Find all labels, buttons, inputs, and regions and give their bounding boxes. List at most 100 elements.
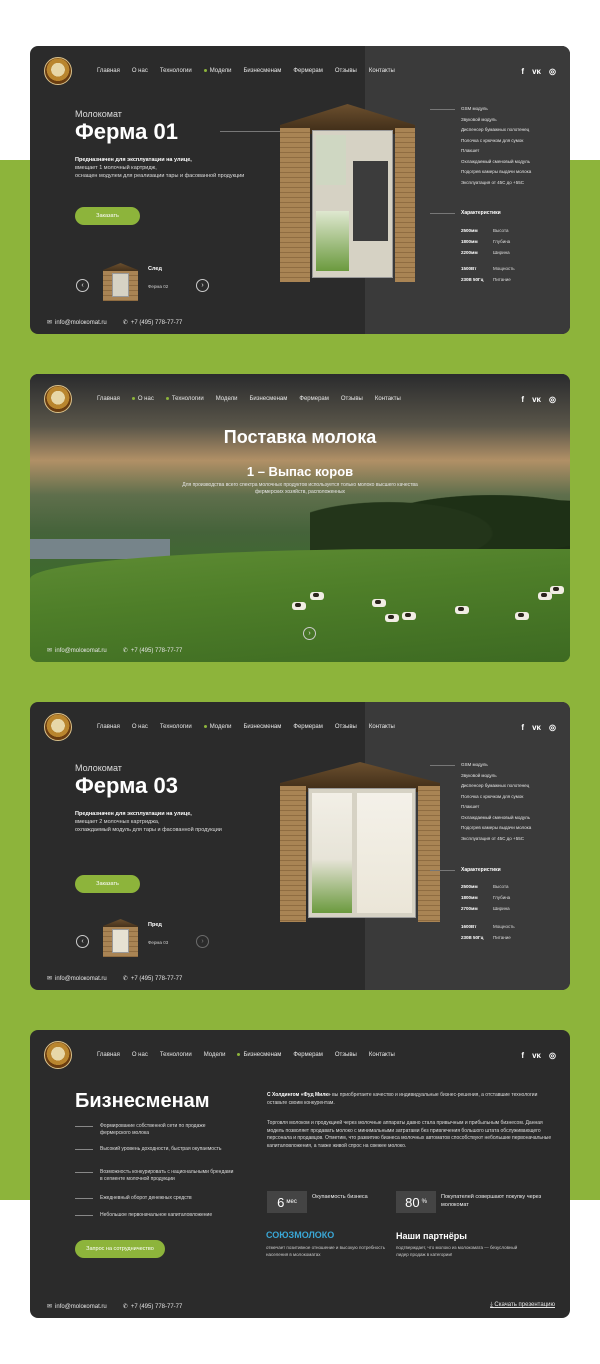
nav-contacts[interactable]: Контакты	[369, 68, 395, 74]
facebook-icon[interactable]: f	[521, 723, 524, 732]
nav-tech[interactable]: Технологии	[160, 68, 192, 74]
characteristics-heading: Характеристики	[461, 210, 501, 216]
prev-model-thumbnail[interactable]	[103, 919, 138, 957]
menu: Главная О нас Технологии Модели Бизнесме…	[97, 1052, 395, 1058]
nav-reviews[interactable]: Отзывы	[335, 68, 357, 74]
char-value: 1800мм	[461, 239, 478, 244]
machine-window	[353, 161, 388, 241]
order-button[interactable]: Заказать	[75, 207, 140, 225]
char-row: 2500мм Высота	[461, 228, 508, 233]
instagram-icon[interactable]: ◎	[549, 723, 556, 732]
nav-business[interactable]: Бизнесменам	[249, 396, 287, 402]
mail-icon: ✉	[47, 648, 53, 654]
spec-item: Подогрев камеры выдачи молока	[461, 169, 532, 174]
cow	[455, 606, 469, 614]
facebook-icon[interactable]: f	[521, 1051, 524, 1060]
phone-link[interactable]: ✆ +7 (495) 778-77-77	[123, 975, 183, 982]
nav-business[interactable]: Бизнесменам	[243, 68, 281, 74]
desc-bold: Предназначен для эксплуатации на улице,	[75, 157, 192, 163]
logo[interactable]	[44, 57, 72, 85]
download-text: Скачать презентацию	[494, 1302, 555, 1308]
email-link[interactable]: ✉ info@moloкomat.ru	[47, 647, 107, 654]
nav-models[interactable]: Модели	[204, 724, 232, 730]
phone-icon: ✆	[122, 1304, 128, 1310]
nav-farmers[interactable]: Фермерам	[293, 68, 323, 74]
prev-arrow-button[interactable]: ‹	[76, 935, 89, 948]
footer-contacts: ✉ info@moloкomat.ru ✆ +7 (495) 778-77-77	[47, 975, 182, 982]
nav-home[interactable]: Главная	[97, 724, 120, 730]
email-link[interactable]: ✉ info@moloкomat.ru	[47, 1303, 107, 1310]
email-link[interactable]: ✉ info@moloкomat.ru	[47, 975, 107, 982]
nav-reviews[interactable]: Отзывы	[335, 724, 357, 730]
char-row: 230В 50Гц Питание	[461, 935, 511, 940]
vk-icon[interactable]: ᴠᴋ	[532, 67, 541, 76]
next-step-button[interactable]: ›	[303, 627, 316, 640]
facebook-icon[interactable]: f	[521, 395, 524, 404]
nav-about[interactable]: О нас	[132, 396, 154, 402]
instagram-icon[interactable]: ◎	[549, 1051, 556, 1060]
next-arrow-button[interactable]: ›	[196, 279, 209, 292]
nav-tech[interactable]: Технологии	[160, 724, 192, 730]
order-button[interactable]: Заказать	[75, 875, 140, 893]
nav-models[interactable]: Модели	[216, 396, 238, 402]
char-value: 1500Вт	[461, 266, 477, 271]
next-arrow-button[interactable]: ›	[196, 935, 209, 948]
facebook-icon[interactable]: f	[521, 67, 524, 76]
nav-home[interactable]: Главная	[97, 396, 120, 402]
spec-item: Диспенсер бумажных полотенец	[461, 783, 530, 788]
prev-arrow-button[interactable]: ‹	[76, 279, 89, 292]
phone-icon: ✆	[122, 320, 128, 326]
card-ferma-03: Главная О нас Технологии Модели Бизнесме…	[30, 702, 570, 990]
instagram-icon[interactable]: ◎	[549, 67, 556, 76]
email-link[interactable]: ✉ info@moloкomat.ru	[47, 319, 107, 326]
char-row: 1800мм Глубина	[461, 239, 510, 244]
vk-icon[interactable]: ᴠᴋ	[532, 1051, 541, 1060]
footer-contacts: ✉ info@moloкomat.ru ✆ +7 (495) 778-77-77	[47, 1303, 182, 1310]
vk-icon[interactable]: ᴠᴋ	[532, 723, 541, 732]
nav-tech[interactable]: Технологии	[160, 1052, 192, 1058]
char-row: 230В 50Гц Питание	[461, 277, 511, 282]
nav-reviews[interactable]: Отзывы	[335, 1052, 357, 1058]
nav-tech[interactable]: Технологии	[166, 396, 204, 402]
logo[interactable]	[44, 713, 72, 741]
mail-icon: ✉	[47, 976, 53, 982]
phone-link[interactable]: ✆ +7 (495) 778-77-77	[123, 319, 183, 326]
menu: Главная О нас Технологии Модели Бизнесме…	[97, 724, 395, 730]
prev-model-name: Ферма 03	[148, 940, 169, 945]
nav-home[interactable]: Главная	[97, 1052, 120, 1058]
nav-farmers[interactable]: Фермерам	[293, 724, 323, 730]
nav-business[interactable]: Бизнесменам	[243, 724, 281, 730]
cow	[372, 599, 386, 607]
nav-about[interactable]: О нас	[132, 68, 148, 74]
kiosk-machine	[312, 130, 393, 278]
next-model-thumbnail[interactable]	[103, 263, 138, 301]
cooperation-button[interactable]: Запрос на сотрудничество	[75, 1240, 165, 1258]
card-business: Главная О нас Технологии Модели Бизнесме…	[30, 1030, 570, 1318]
nav-contacts[interactable]: Контакты	[369, 724, 395, 730]
nav-about[interactable]: О нас	[132, 1052, 148, 1058]
nav-reviews[interactable]: Отзывы	[341, 396, 363, 402]
social-links: f ᴠᴋ ◎	[521, 395, 556, 404]
nav-contacts[interactable]: Контакты	[375, 396, 401, 402]
nav-models[interactable]: Модели	[204, 68, 232, 74]
phone-link[interactable]: ✆ +7 (495) 778-77-77	[123, 647, 183, 654]
nav-contacts[interactable]: Контакты	[369, 1052, 395, 1058]
nav-farmers[interactable]: Фермерам	[293, 1052, 323, 1058]
kiosk-image	[280, 762, 440, 922]
top-nav: Главная О нас Технологии Модели Бизнесме…	[44, 1040, 556, 1070]
nav-about[interactable]: О нас	[132, 724, 148, 730]
nav-business[interactable]: Бизнесменам	[237, 1052, 281, 1058]
phone-text: +7 (495) 778-77-77	[130, 648, 183, 654]
nav-home[interactable]: Главная	[97, 68, 120, 74]
logo[interactable]	[44, 1041, 72, 1069]
download-presentation-link[interactable]: ⤓ Скачать презентацию	[490, 1302, 555, 1309]
phone-link[interactable]: ✆ +7 (495) 778-77-77	[123, 1303, 183, 1310]
benefit-text: Ежедневный оборот денежных средств	[100, 1195, 192, 1201]
vk-icon[interactable]: ᴠᴋ	[532, 395, 541, 404]
card-ferma-01: Главная О нас Технологии Модели Бизнесме…	[30, 46, 570, 334]
partners-note: подтверждает, что молоко из молокомата —…	[396, 1245, 518, 1257]
logo[interactable]	[44, 385, 72, 413]
nav-models[interactable]: Модели	[204, 1052, 226, 1058]
instagram-icon[interactable]: ◎	[549, 395, 556, 404]
nav-farmers[interactable]: Фермерам	[299, 396, 329, 402]
